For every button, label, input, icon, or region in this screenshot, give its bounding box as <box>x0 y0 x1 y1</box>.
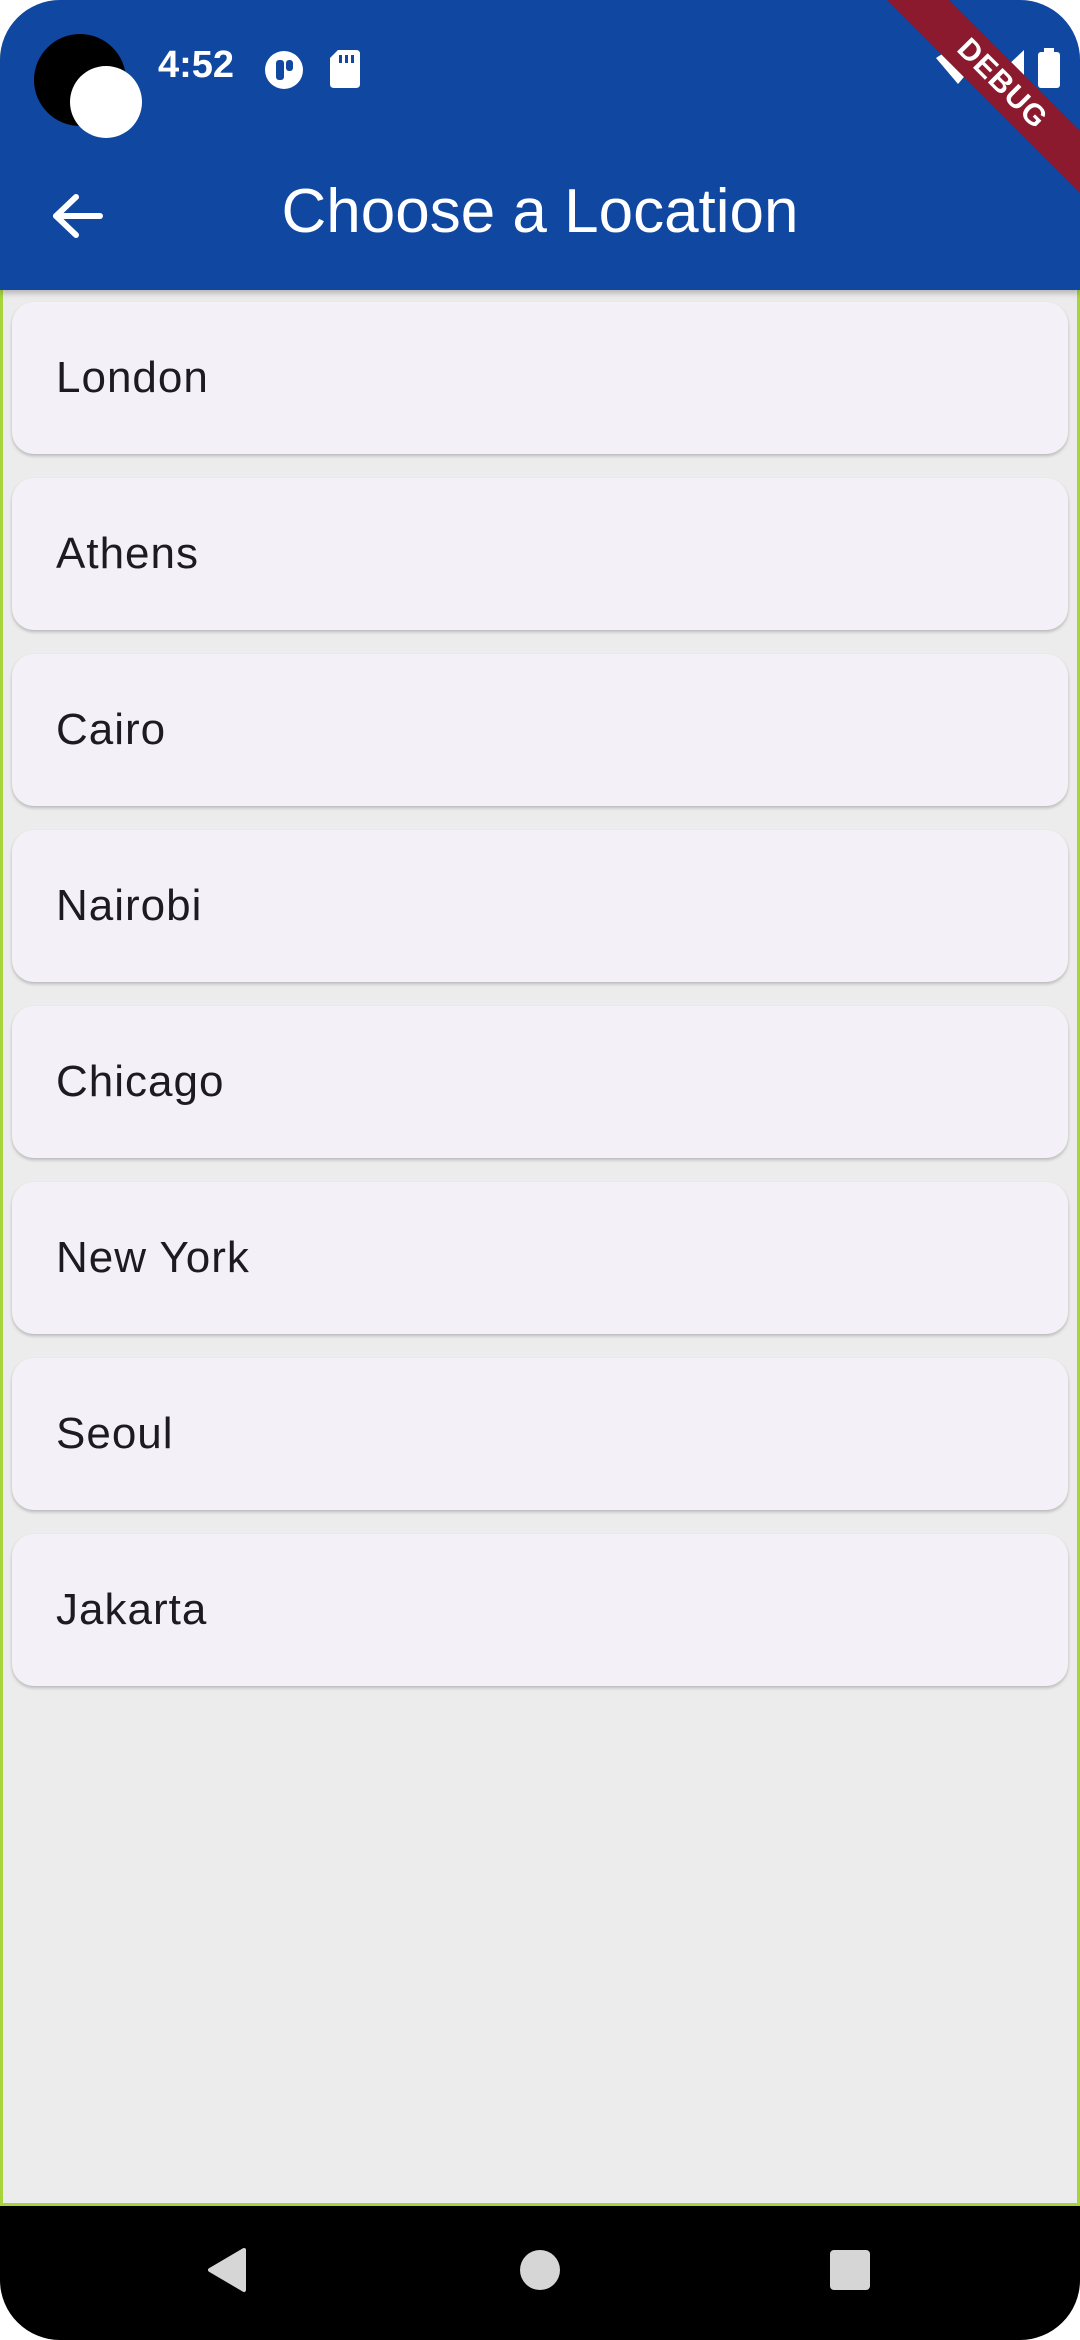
location-label: Cairo <box>56 705 167 754</box>
location-label: Nairobi <box>56 881 203 930</box>
location-item-chicago[interactable]: Chicago <box>12 1006 1068 1158</box>
location-label: Athens <box>56 529 199 578</box>
status-time: 4:52 <box>158 44 235 86</box>
system-recents-button[interactable] <box>820 2242 880 2302</box>
system-home-button[interactable] <box>510 2242 570 2302</box>
location-item-new-york[interactable]: New York <box>12 1182 1068 1334</box>
sd-card-icon <box>330 50 360 93</box>
toolbar: Choose a Location <box>0 140 1080 290</box>
location-item-nairobi[interactable]: Nairobi <box>12 830 1068 982</box>
location-item-seoul[interactable]: Seoul <box>12 1358 1068 1510</box>
page-title: Choose a Location <box>281 177 799 246</box>
location-label: Seoul <box>56 1409 174 1458</box>
location-item-athens[interactable]: Athens <box>12 478 1068 630</box>
location-label: Chicago <box>56 1057 225 1106</box>
system-nav-bar <box>0 2204 1080 2340</box>
location-label: Jakarta <box>56 1585 208 1634</box>
app-notification-icon <box>264 50 304 95</box>
location-item-jakarta[interactable]: Jakarta <box>12 1534 1068 1686</box>
battery-icon <box>1038 48 1060 93</box>
device-screen: 4:52 Choose a Location DEBUG London Athe… <box>0 0 1080 2340</box>
camera-lens <box>70 66 142 138</box>
location-label: London <box>56 353 209 402</box>
app-bar: 4:52 Choose a Location <box>0 0 1080 290</box>
nav-back-icon <box>204 2246 248 2299</box>
system-back-button[interactable] <box>196 2242 256 2302</box>
location-item-london[interactable]: London <box>12 302 1068 454</box>
location-label: New York <box>56 1233 250 1282</box>
nav-recents-icon <box>828 2248 872 2297</box>
nav-home-icon <box>518 2248 562 2297</box>
location-item-cairo[interactable]: Cairo <box>12 654 1068 806</box>
camera-cutout <box>34 34 142 138</box>
